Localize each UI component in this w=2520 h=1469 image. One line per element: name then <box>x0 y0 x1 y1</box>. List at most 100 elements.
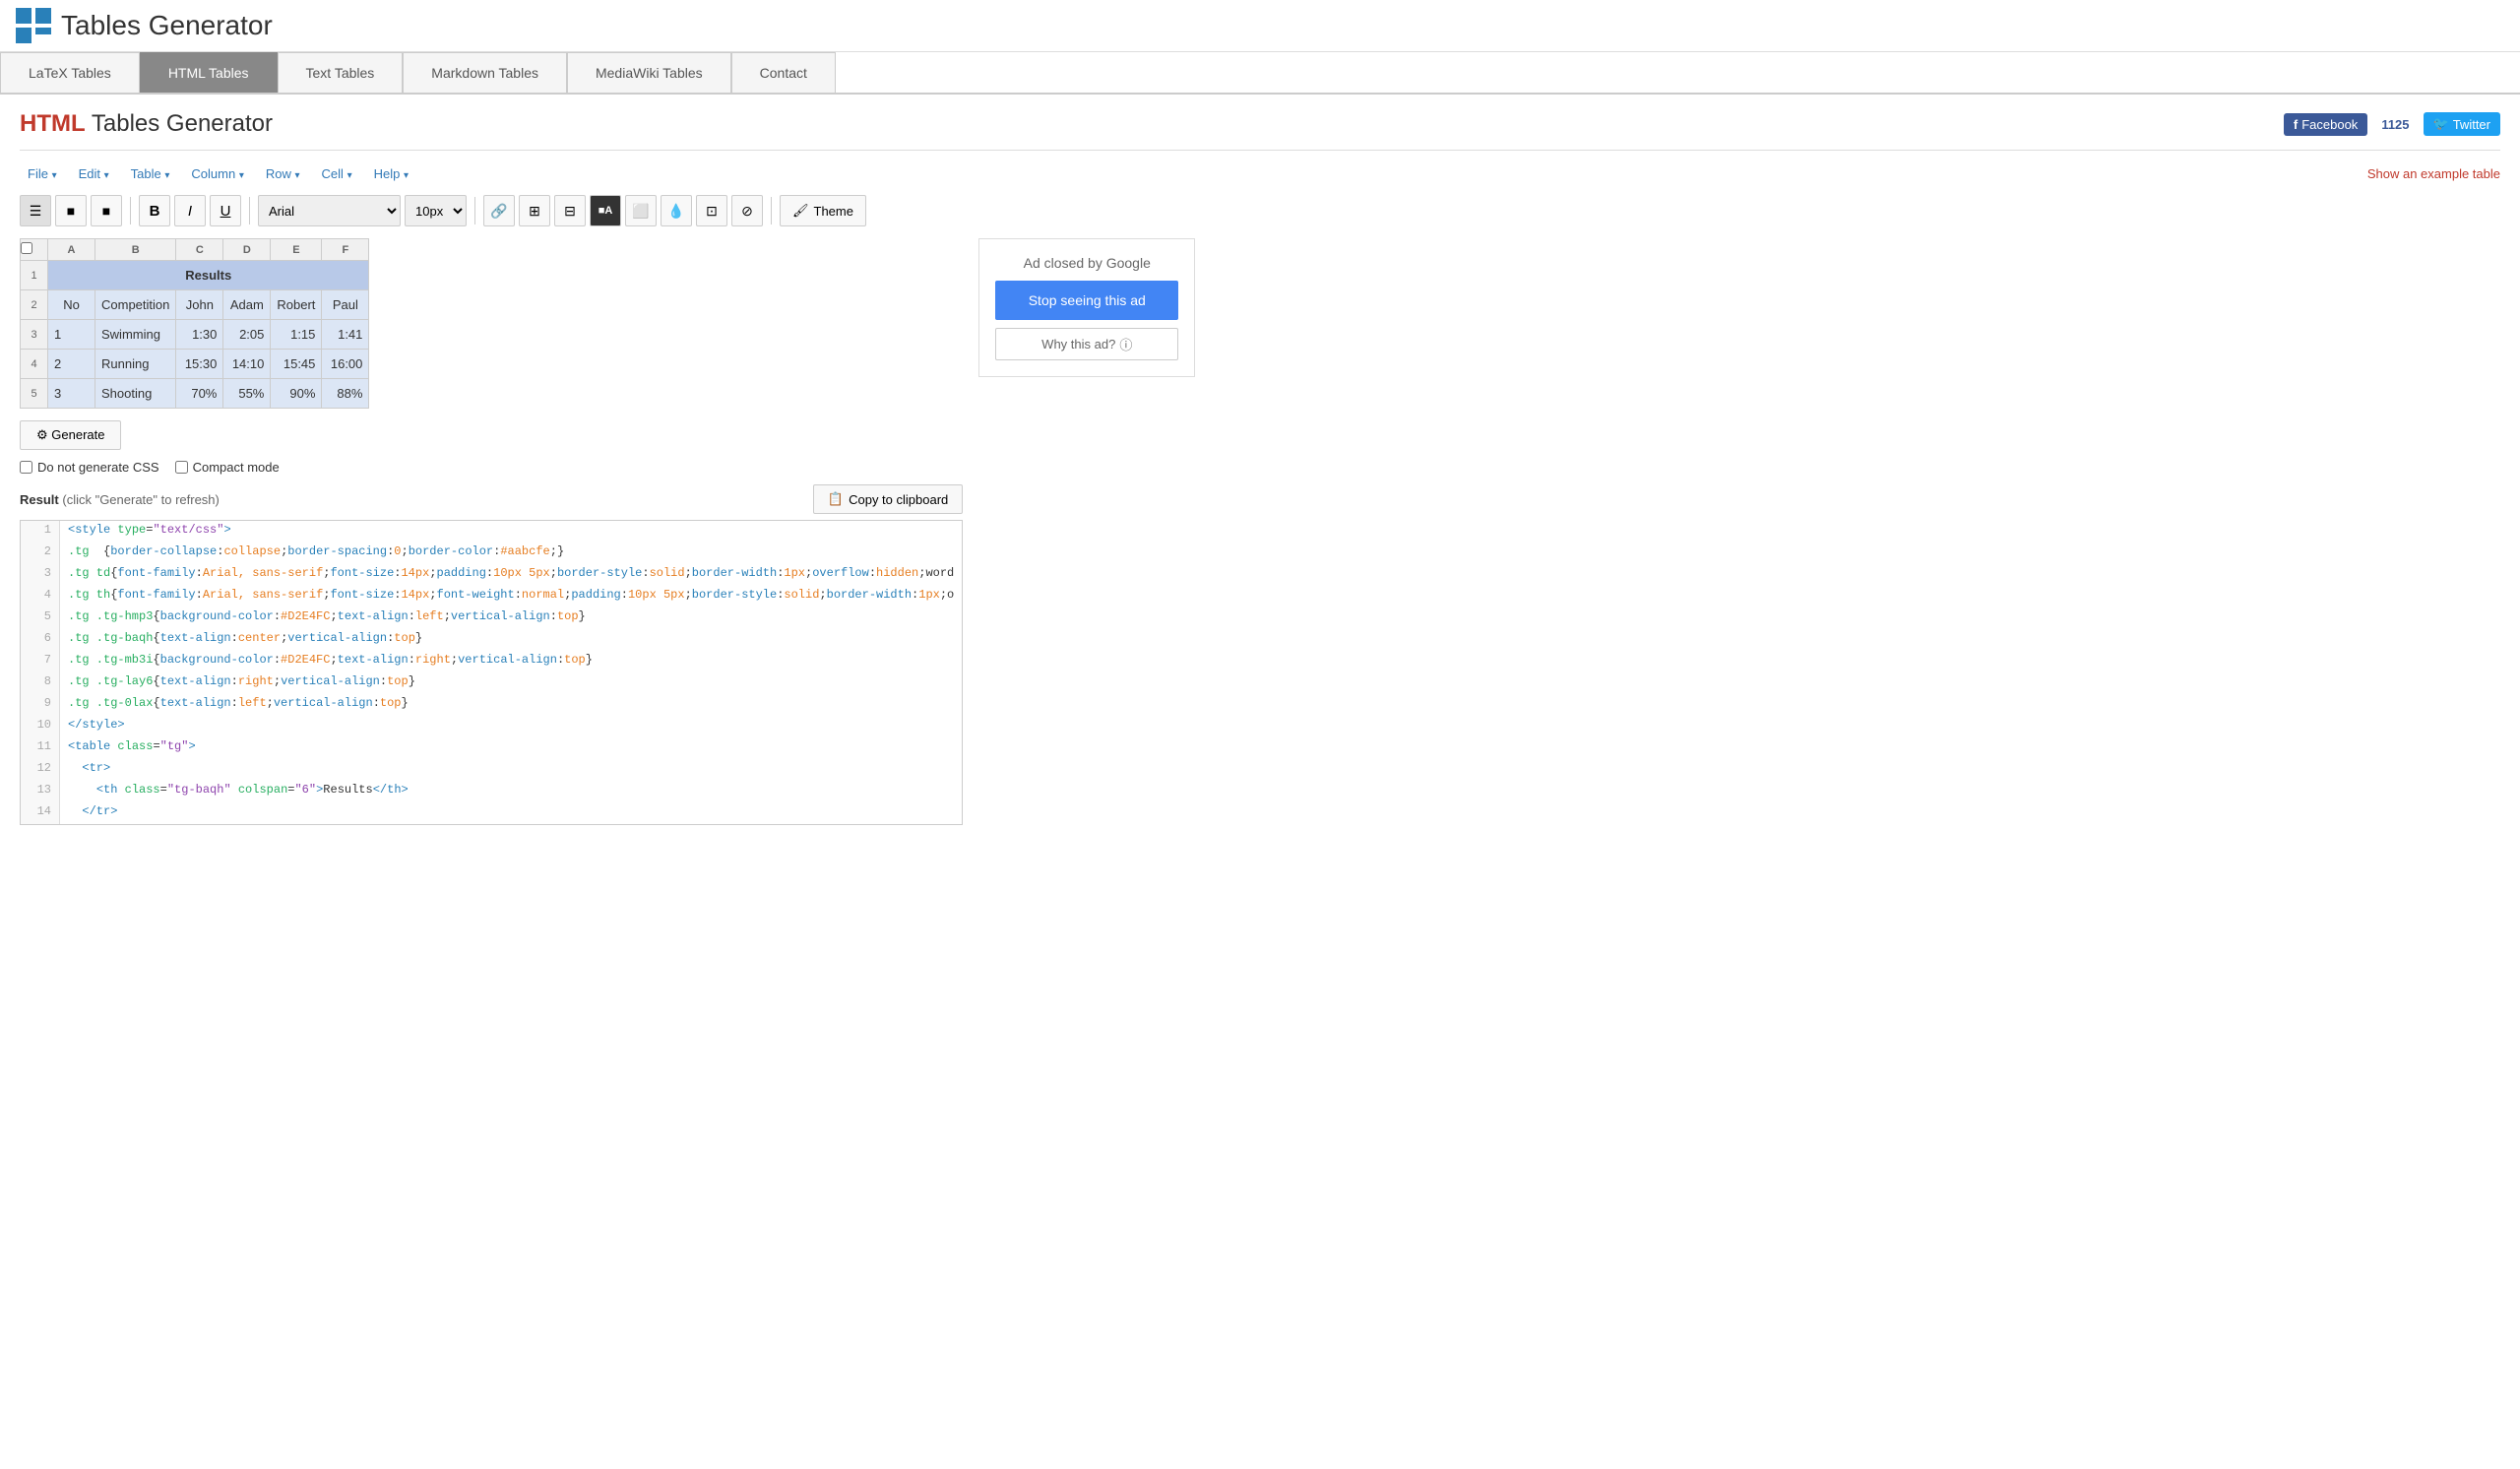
code-line-1: 1 <style type="text/css"> <box>21 521 962 543</box>
cell-r5-6[interactable]: 88% <box>322 379 369 409</box>
page-heading: HTML Tables Generator f Facebook 1125 🐦 … <box>20 110 2500 151</box>
twitter-button[interactable]: 🐦 Twitter <box>2424 112 2500 136</box>
cell-r5-1[interactable]: 3 <box>48 379 95 409</box>
select-all-checkbox[interactable] <box>21 242 32 254</box>
result-header: Result (click "Generate" to refresh) 📋 C… <box>20 484 963 514</box>
ad-closed-panel: Ad closed by Google Stop seeing this ad … <box>978 238 1195 377</box>
table-row: 5 3 Shooting 70% 55% 90% 88% <box>21 379 369 409</box>
facebook-icon: f <box>2294 117 2298 132</box>
no-css-label: Do not generate CSS <box>37 460 159 475</box>
tab-mediawiki[interactable]: MediaWiki Tables <box>567 52 731 93</box>
options-row: Do not generate CSS Compact mode <box>20 460 963 475</box>
file-menu[interactable]: File ▾ <box>20 162 65 185</box>
corner-cell <box>21 239 48 261</box>
tab-text[interactable]: Text Tables <box>278 52 404 93</box>
info-icon: ⓘ <box>1119 335 1132 353</box>
code-line-10: 10 </style> <box>21 716 962 737</box>
row-num-4: 4 <box>21 350 48 379</box>
facebook-label: Facebook <box>2301 117 2358 132</box>
code-line-8: 8 .tg .tg-lay6{text-align:right;vertical… <box>21 672 962 694</box>
site-title: Tables Generator <box>61 10 273 41</box>
toolbar-separator-2 <box>249 197 250 224</box>
cell-r4-6[interactable]: 16:00 <box>322 350 369 379</box>
cell-r4-3[interactable]: 15:30 <box>176 350 223 379</box>
col-header-a: A <box>48 239 95 261</box>
cell-r4-5[interactable]: 15:45 <box>271 350 322 379</box>
tab-contact[interactable]: Contact <box>731 52 836 93</box>
show-example-link[interactable]: Show an example table <box>2367 166 2500 181</box>
italic-btn[interactable]: I <box>174 195 206 226</box>
table-menu[interactable]: Table ▾ <box>123 162 178 185</box>
tab-html[interactable]: HTML Tables <box>140 52 278 93</box>
size-selector[interactable]: 8px 10px 12px 14px 16px <box>405 195 467 226</box>
fill-color-btn[interactable]: 💧 <box>661 195 692 226</box>
underline-btn[interactable]: U <box>210 195 241 226</box>
merge-cells-btn[interactable]: ⊞ <box>519 195 550 226</box>
cell-john[interactable]: John <box>176 290 223 320</box>
compact-option[interactable]: Compact mode <box>175 460 280 475</box>
cell-r3-3[interactable]: 1:30 <box>176 320 223 350</box>
spreadsheet-table: A B C D E F 1 Results <box>20 238 369 409</box>
no-css-option[interactable]: Do not generate CSS <box>20 460 159 475</box>
generate-button[interactable]: ⚙ Generate <box>20 420 121 450</box>
why-ad-button[interactable]: Why this ad? ⓘ <box>995 328 1178 360</box>
table-borders-btn[interactable]: ⊡ <box>696 195 727 226</box>
ad-closed-text: Ad closed by Google <box>995 255 1178 271</box>
cell-no[interactable]: No <box>48 290 95 320</box>
col-header-b: B <box>95 239 176 261</box>
align-left-btn[interactable]: ☰ <box>20 195 51 226</box>
cell-adam[interactable]: Adam <box>223 290 271 320</box>
code-line-14: 14 </tr> <box>21 802 962 824</box>
theme-label: Theme <box>814 204 853 219</box>
bold-btn[interactable]: B <box>139 195 170 226</box>
link-btn[interactable]: 🔗 <box>483 195 515 226</box>
table-container: A B C D E F 1 Results <box>20 238 963 825</box>
edit-menu[interactable]: Edit ▾ <box>71 162 117 185</box>
cell-paul[interactable]: Paul <box>322 290 369 320</box>
bg-color-btn[interactable]: ■A <box>590 195 621 226</box>
cell-r5-4[interactable]: 55% <box>223 379 271 409</box>
row-menu[interactable]: Row ▾ <box>258 162 308 185</box>
cell-r5-2[interactable]: Shooting <box>95 379 176 409</box>
cell-r5-3[interactable]: 70% <box>176 379 223 409</box>
clear-btn[interactable]: ⊘ <box>731 195 763 226</box>
font-selector[interactable]: Arial Times New Roman Courier New Georgi… <box>258 195 401 226</box>
compact-checkbox[interactable] <box>175 461 188 474</box>
clipboard-button[interactable]: 📋 Copy to clipboard <box>813 484 963 514</box>
cell-r3-6[interactable]: 1:41 <box>322 320 369 350</box>
results-cell[interactable]: Results <box>48 261 369 290</box>
code-line-6: 6 .tg .tg-baqh{text-align:center;vertica… <box>21 629 962 651</box>
code-output: 1 <style type="text/css"> 2 .tg {border-… <box>20 520 963 825</box>
cell-r3-4[interactable]: 2:05 <box>223 320 271 350</box>
split-cells-btn[interactable]: ⊟ <box>554 195 586 226</box>
cell-r4-4[interactable]: 14:10 <box>223 350 271 379</box>
column-menu[interactable]: Column ▾ <box>183 162 251 185</box>
theme-btn[interactable]: 🖌 Theme <box>780 195 866 226</box>
col-header-c: C <box>176 239 223 261</box>
clipboard-label: Copy to clipboard <box>849 492 948 507</box>
cell-menu[interactable]: Cell ▾ <box>314 162 360 185</box>
row-num-3: 3 <box>21 320 48 350</box>
no-css-checkbox[interactable] <box>20 461 32 474</box>
tab-latex[interactable]: LaTeX Tables <box>0 52 140 93</box>
row-num-5: 5 <box>21 379 48 409</box>
facebook-button[interactable]: f Facebook <box>2284 113 2367 136</box>
cell-competition[interactable]: Competition <box>95 290 176 320</box>
border-color-btn[interactable]: ⬜ <box>625 195 657 226</box>
cell-r3-5[interactable]: 1:15 <box>271 320 322 350</box>
align-right-btn[interactable]: ■ <box>91 195 122 226</box>
page-title: HTML Tables Generator <box>20 110 273 138</box>
cell-r3-1[interactable]: 1 <box>48 320 95 350</box>
code-line-4: 4 .tg th{font-family:Arial, sans-serif;f… <box>21 586 962 607</box>
help-menu[interactable]: Help ▾ <box>366 162 416 185</box>
tab-markdown[interactable]: Markdown Tables <box>403 52 567 93</box>
cell-r4-1[interactable]: 2 <box>48 350 95 379</box>
stop-ad-button[interactable]: Stop seeing this ad <box>995 281 1178 320</box>
cell-r5-5[interactable]: 90% <box>271 379 322 409</box>
row-num-2: 2 <box>21 290 48 320</box>
cell-r3-2[interactable]: Swimming <box>95 320 176 350</box>
align-center-btn[interactable]: ■ <box>55 195 87 226</box>
cell-r4-2[interactable]: Running <box>95 350 176 379</box>
cell-robert[interactable]: Robert <box>271 290 322 320</box>
compact-label: Compact mode <box>193 460 280 475</box>
